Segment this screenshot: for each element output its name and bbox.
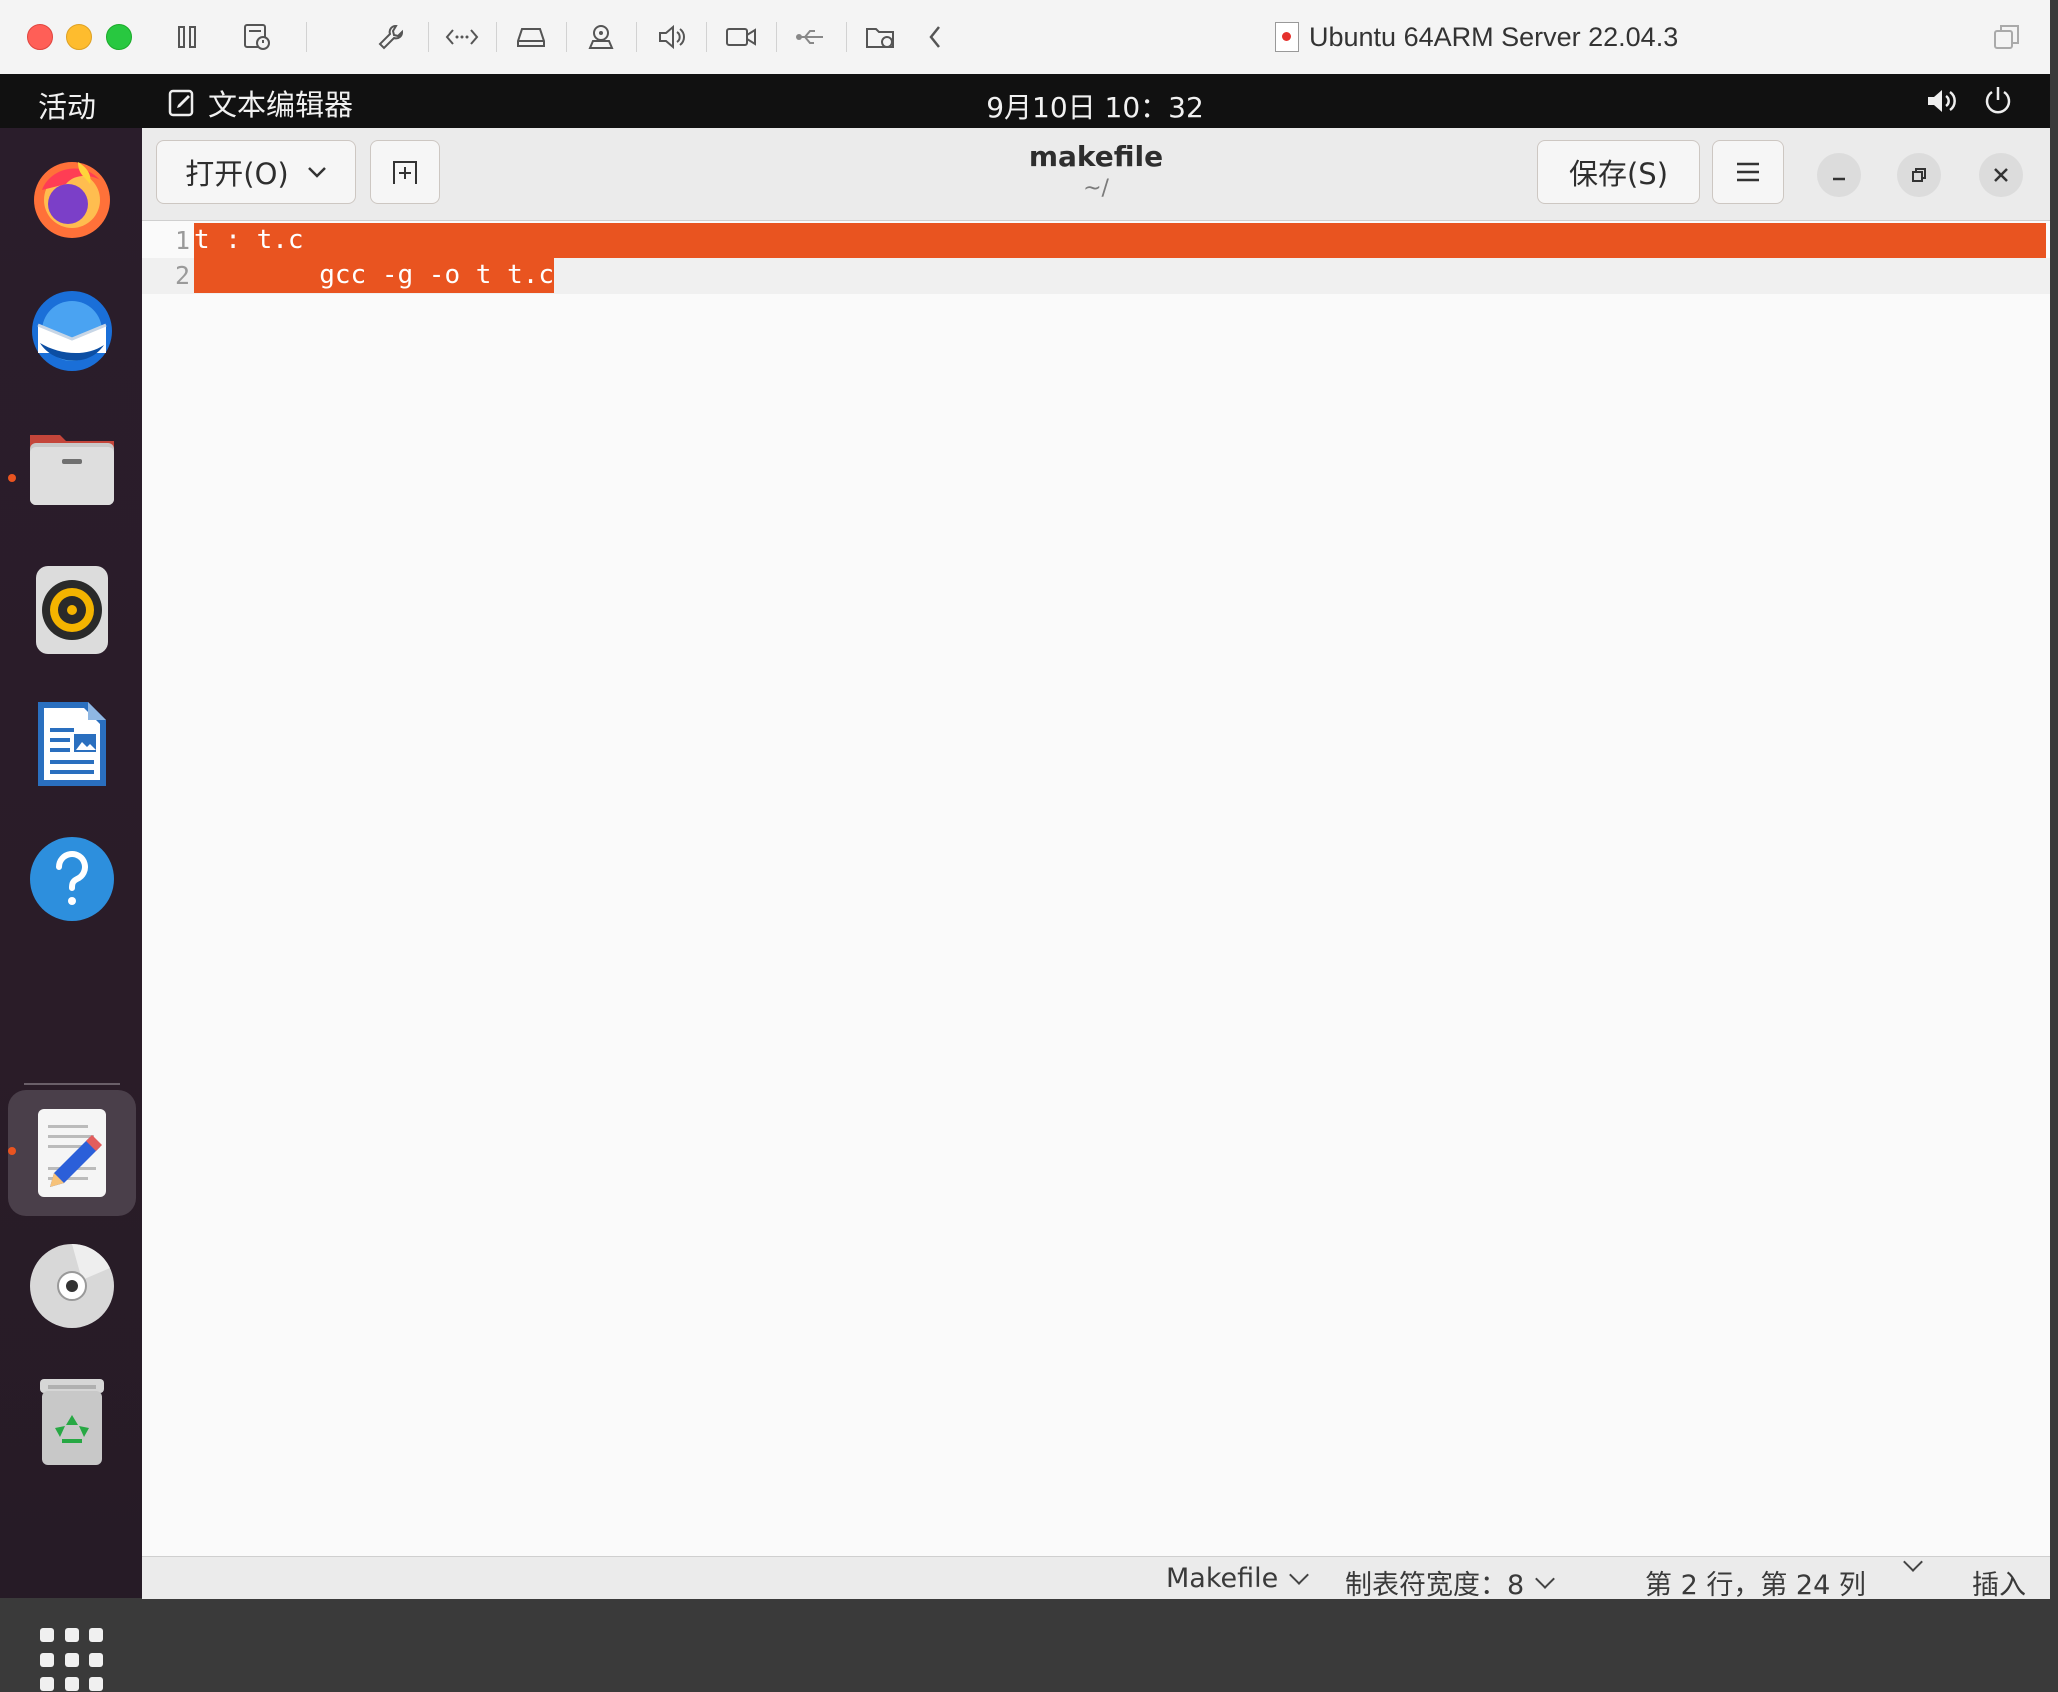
code-line-selected[interactable]: gcc -g -o t t.c [194, 258, 555, 293]
restore-window-icon[interactable] [1992, 22, 2022, 52]
sound-device-icon[interactable] [652, 18, 690, 56]
network-icon[interactable] [443, 18, 481, 56]
language-label: Makefile [1166, 1563, 1279, 1594]
dock-libreoffice-writer[interactable] [24, 696, 120, 792]
help-icon [30, 837, 114, 921]
editor-statusbar: Makefile 制表符宽度：8 第 2 行，第 24 列 插入 [142, 1552, 2050, 1602]
usb-icon[interactable] [792, 18, 830, 56]
document-icon [1275, 22, 1299, 52]
dock-trash[interactable] [24, 1375, 120, 1471]
vm-window-title: Ubuntu 64ARM Server 22.04.3 [1275, 18, 1678, 56]
show-applications-button[interactable] [40, 1628, 104, 1692]
folder-icon [30, 435, 114, 505]
volume-icon[interactable] [1925, 86, 1959, 116]
dock [0, 128, 142, 1692]
cursor-position-label: 第 2 行，第 24 列 [1645, 1570, 1866, 1601]
dock-firefox[interactable] [24, 150, 120, 246]
rhythmbox-speaker-icon [36, 566, 108, 654]
language-selector[interactable]: Makefile [1166, 1563, 1310, 1594]
editor-headerbar: 打开(O) makefile ~/ 保存(S) [142, 128, 2050, 221]
trash-icon [40, 1379, 104, 1465]
insert-mode-label: 插入 [1972, 1570, 2026, 1601]
position-menu-button[interactable] [1900, 1552, 1923, 1572]
maximize-button[interactable] [1897, 153, 1941, 197]
text-editor-icon [38, 1109, 106, 1197]
window-close-button[interactable] [27, 24, 53, 50]
dock-separator [24, 1083, 120, 1085]
camera-device-icon[interactable] [582, 18, 620, 56]
line-number: 2 [174, 261, 190, 290]
hard-disk-icon[interactable] [512, 18, 550, 56]
save-button[interactable]: 保存(S) [1537, 140, 1700, 204]
line-number: 1 [174, 226, 190, 255]
ubuntu-top-bar: 活动 文本编辑器 9月10日 10：32 [0, 74, 2050, 128]
dock-help[interactable] [24, 831, 120, 927]
text-editor-window: 打开(O) makefile ~/ 保存(S) 1 2 t : t.c gcc … [142, 128, 2050, 1602]
chevron-down-icon [1535, 1568, 1556, 1589]
dock-optical-disc[interactable] [24, 1238, 120, 1334]
window-zoom-button[interactable] [106, 24, 132, 50]
dock-rhythmbox[interactable] [24, 562, 120, 658]
libreoffice-writer-icon [38, 702, 106, 786]
dock-thunderbird[interactable] [24, 283, 120, 379]
firefox-icon [34, 162, 110, 238]
tab-width-selector[interactable]: 制表符宽度：8 [1345, 1563, 1556, 1602]
insert-mode-indicator[interactable]: 插入 [1972, 1563, 2026, 1602]
cursor-position[interactable]: 第 2 行，第 24 列 [1645, 1563, 1866, 1602]
close-button[interactable] [1979, 153, 2023, 197]
chevron-left-icon[interactable] [916, 18, 954, 56]
video-camera-icon[interactable] [722, 18, 760, 56]
settings-wrench-icon[interactable] [372, 18, 410, 56]
code-line-selected[interactable]: t : t.c [194, 223, 2046, 258]
close-icon [1994, 168, 2008, 182]
shared-folder-icon[interactable] [862, 18, 900, 56]
snapshot-icon[interactable] [238, 18, 276, 56]
text-view[interactable]: 1 2 t : t.c gcc -g -o t t.c [142, 221, 2050, 1561]
minimize-button[interactable] [1817, 153, 1861, 197]
dock-text-editor[interactable] [24, 1105, 120, 1201]
chevron-down-icon [1289, 1564, 1310, 1585]
hamburger-menu-icon [1737, 162, 1759, 182]
optical-disc-icon [30, 1244, 114, 1328]
power-icon[interactable] [1981, 84, 2015, 118]
dock-files[interactable] [24, 420, 120, 516]
vm-title-text: Ubuntu 64ARM Server 22.04.3 [1309, 21, 1679, 52]
thunderbird-icon [32, 291, 112, 371]
clock[interactable]: 9月10日 10：32 [0, 86, 2058, 126]
main-menu-button[interactable] [1712, 140, 1784, 204]
chevron-down-icon [1903, 1552, 1923, 1572]
vm-window-titlebar: Ubuntu 64ARM Server 22.04.3 [0, 0, 2050, 75]
window-minimize-button[interactable] [66, 24, 92, 50]
minimize-icon [1833, 177, 1845, 181]
restore-icon [1912, 168, 1926, 182]
tab-width-label: 制表符宽度：8 [1345, 1570, 1525, 1601]
pause-icon[interactable] [168, 18, 206, 56]
